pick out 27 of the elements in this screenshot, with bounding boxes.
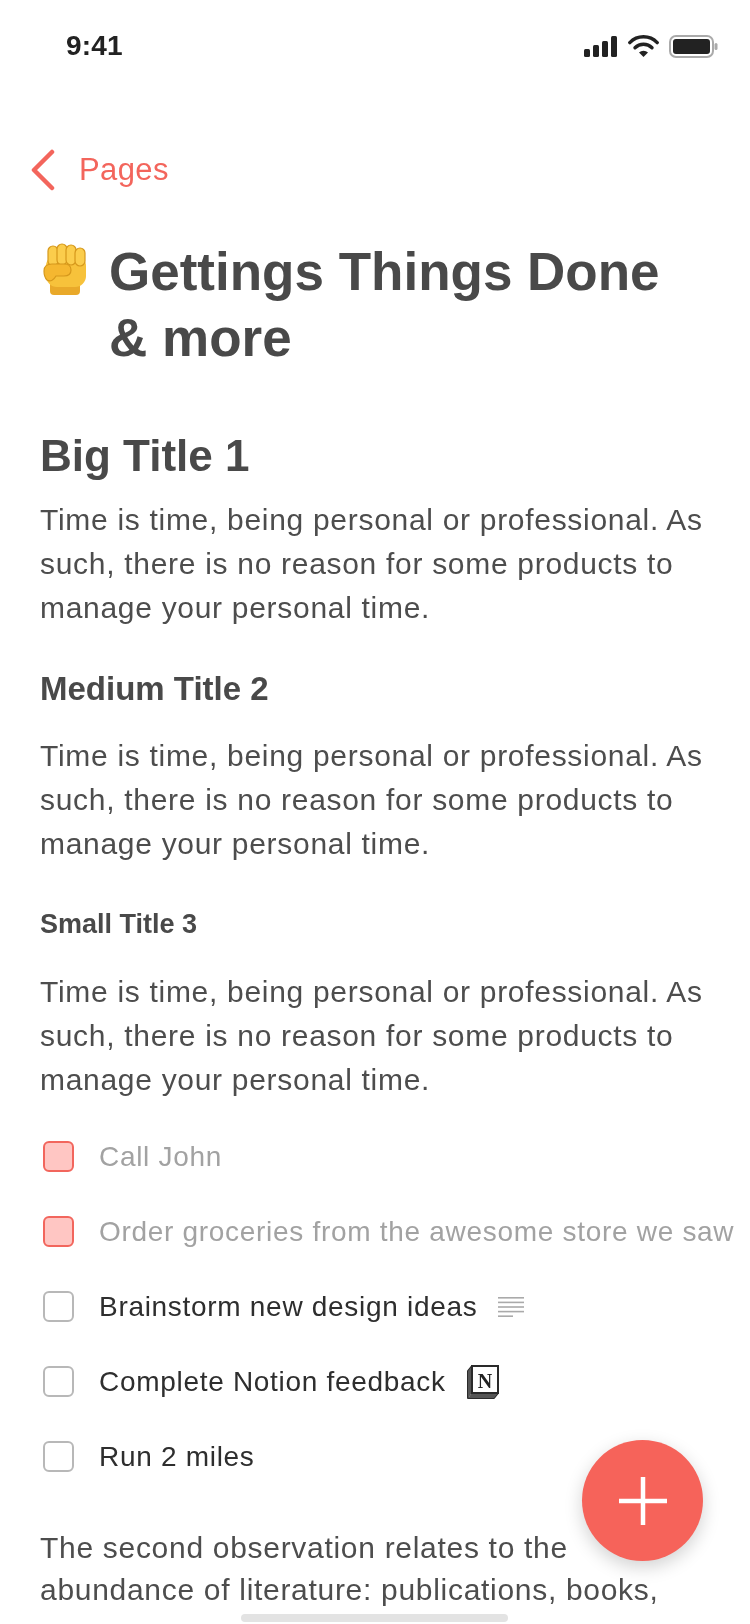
checkbox[interactable] xyxy=(43,1216,74,1247)
wifi-icon xyxy=(628,35,659,57)
task-text: Complete Notion feedback xyxy=(99,1365,446,1398)
signal-icon xyxy=(584,35,618,57)
checkbox[interactable] xyxy=(43,1291,74,1322)
body-paragraph: Time is time, being personal or professional. As such, there is no reason for some products to manage your personal time. xyxy=(40,502,704,626)
back-button[interactable]: Pages xyxy=(31,149,169,191)
checkbox[interactable] xyxy=(43,1366,74,1397)
body-paragraph: Time is time, being personal or professional. As such, there is no reason for some products to manage your personal time. xyxy=(40,738,704,862)
body-paragraph: The second observation relates to the abundance of literature: publications, books, xyxy=(40,1530,660,1608)
checkbox[interactable] xyxy=(43,1141,74,1172)
status-time: 9:41 xyxy=(66,30,123,62)
task-text: Brainstorm new design ideas xyxy=(99,1290,478,1323)
text-lines-icon xyxy=(498,1296,525,1317)
task-text: Order groceries from the awesome store we saw xyxy=(99,1215,735,1248)
checkbox[interactable] xyxy=(43,1441,74,1472)
page-title: Gettings Things Done & more xyxy=(109,241,661,369)
battery-icon xyxy=(669,34,718,58)
big-title: Big Title 1 xyxy=(40,430,251,482)
letter-cube-icon: N xyxy=(466,1364,499,1399)
small-title: Small Title 3 xyxy=(40,908,199,941)
chevron-left-icon xyxy=(31,149,55,191)
task-text: Call John xyxy=(99,1140,223,1173)
medium-title: Medium Title 2 xyxy=(40,669,270,709)
task-text: Run 2 miles xyxy=(99,1440,255,1473)
plus-icon xyxy=(618,1476,667,1525)
body-paragraph: Time is time, being personal or professional. As such, there is no reason for some products to manage your personal time. xyxy=(40,974,704,1098)
